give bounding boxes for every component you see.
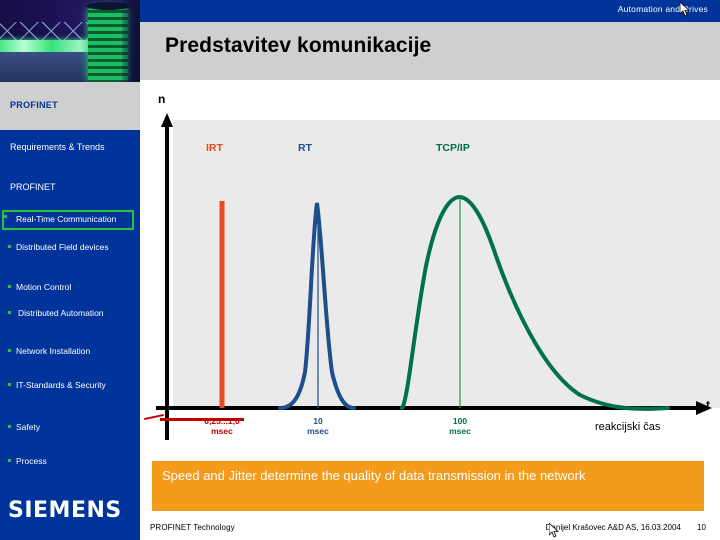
footer-date: 16.03.2004 [640, 523, 681, 532]
footer-page-number: 10 [697, 523, 706, 532]
sidebar-item-label: PROFINET [10, 182, 56, 192]
sidebar-item-distributed-automation[interactable]: Distributed Automation [8, 308, 136, 319]
sidebar-item-motion-control[interactable]: Motion Control [8, 282, 136, 293]
chart-plot [156, 113, 712, 440]
x-axis-caption: reakcijski čas [595, 421, 661, 433]
sidebar-header-label: PROFINET [10, 100, 58, 110]
slide-canvas: Automation and Drives Predstavitev komun… [0, 0, 720, 540]
series-rt-curve [278, 202, 356, 410]
sidebar-item-it-standards-security[interactable]: IT-Standards & Security [8, 380, 136, 391]
brand-label: Automation and Drives [617, 4, 708, 14]
sidebar-item-profinet[interactable]: PROFINET [10, 182, 136, 193]
series-label-tcpip: TCP/IP [436, 142, 470, 154]
x-axis-label: t [706, 398, 710, 412]
photo-right-shadow [122, 0, 140, 82]
bullet-icon [8, 349, 11, 352]
x-tick-rt-unit: msec [307, 426, 329, 436]
x-tick-tcpip: 100 msec [428, 416, 492, 436]
footer-right: Danijel Krašovec A&D AS, 16.03.2004 10 [546, 523, 706, 532]
siemens-logo: SIEMENS [8, 498, 122, 523]
sidebar-header: PROFINET [0, 82, 140, 130]
sidebar-nav: Requirements & Trends PROFINET Real-Time… [0, 130, 140, 540]
sidebar-item-network-installation[interactable]: Network Installation [8, 346, 136, 357]
x-tick-tcpip-value: 100 [452, 416, 468, 426]
bullet-icon [8, 311, 11, 314]
sidebar-item-label: Distributed Automation [18, 308, 104, 318]
bullet-icon [8, 383, 11, 386]
x-tick-rt: 10 msec [286, 416, 350, 436]
sidebar-item-process[interactable]: Process [8, 456, 136, 467]
page-title: Predstavitev komunikacije [165, 34, 432, 57]
sidebar-item-requirements[interactable]: Requirements & Trends [10, 142, 136, 153]
footer-left-text: PROFINET Technology [150, 523, 235, 532]
sidebar-item-safety[interactable]: Safety [8, 422, 136, 433]
sidebar-item-label: Process [16, 456, 47, 466]
sidebar-item-label: IT-Standards & Security [16, 380, 106, 390]
x-tick-rt-value: 10 [313, 416, 323, 426]
sidebar-item-label: Motion Control [16, 282, 72, 292]
sidebar-item-label: Network Installation [16, 346, 91, 356]
footer-author: Danijel Krašovec A&D AS, [545, 523, 639, 532]
bullet-icon [8, 285, 11, 288]
bullet-icon [8, 459, 11, 462]
sidebar-item-label: Requirements & Trends [10, 142, 105, 152]
x-tick-tcpip-unit: msec [449, 426, 471, 436]
bullet-icon [8, 245, 11, 248]
sidebar-item-label: Distributed Field devices [16, 242, 109, 252]
sidebar-item-label: Safety [16, 422, 41, 432]
bullet-icon [4, 215, 7, 218]
x-tick-irt-unit: msec [211, 426, 233, 436]
summary-banner: Speed and Jitter determine the quality o… [152, 461, 704, 511]
x-tick-irt-strikethrough [160, 418, 244, 421]
bullet-icon [8, 425, 11, 428]
y-axis-label: n [158, 92, 166, 106]
y-axis-arrow [161, 113, 173, 127]
brand-bar: Automation and Drives [140, 0, 720, 22]
series-label-rt: RT [298, 142, 312, 154]
series-tcpip-curve [400, 194, 670, 411]
sidebar-item-real-time-communication[interactable]: Real-Time Communication [2, 210, 134, 230]
series-label-irt: IRT [206, 142, 223, 154]
sidebar-item-label: Real-Time Communication [16, 214, 117, 224]
summary-banner-text: Speed and Jitter determine the quality o… [162, 468, 586, 483]
sidebar-item-distributed-field-devices[interactable]: Distributed Field devices [8, 242, 136, 253]
header-photo [0, 0, 140, 82]
